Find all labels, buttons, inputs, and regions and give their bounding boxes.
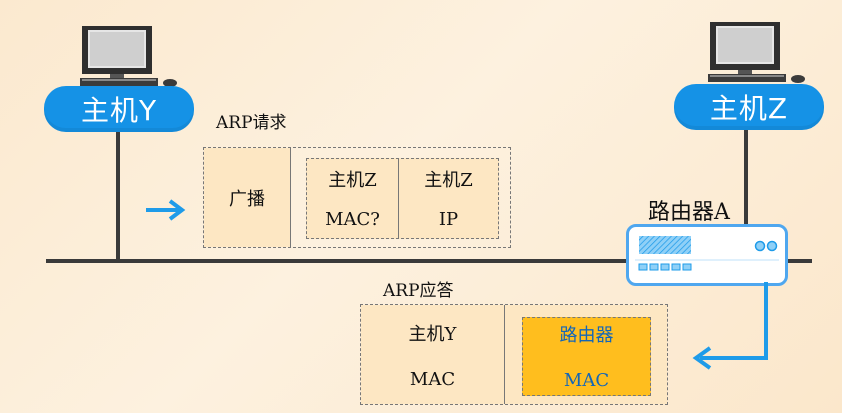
request-field-1: 主机Z MAC? xyxy=(307,159,399,238)
request-field-1-bottom: MAC? xyxy=(325,208,380,230)
reply-field-2-bottom: MAC xyxy=(563,369,610,391)
host-y-computer-icon xyxy=(74,24,184,92)
host-z-label: 主机Z xyxy=(709,92,789,125)
request-field-2-bottom: IP xyxy=(438,208,459,230)
reply-field-1-bottom: MAC xyxy=(409,368,456,390)
request-field-1-top: 主机Z xyxy=(328,170,377,191)
arp-request-title: ARP请求 xyxy=(216,113,287,133)
host-z-computer-icon xyxy=(702,20,812,88)
arp-request-packet: 广播 主机Z MAC? 主机Z IP xyxy=(203,147,511,248)
reply-field-1: 主机Y MAC xyxy=(361,305,505,404)
router-label: 路由器A xyxy=(648,200,730,225)
broadcast-label: 广播 xyxy=(229,188,265,210)
reply-arrow-icon xyxy=(680,280,780,374)
host-z-badge: 主机Z xyxy=(674,84,824,130)
request-arrow-icon xyxy=(144,198,190,226)
host-y-badge: 主机Y xyxy=(44,86,194,132)
reply-field-1-top: 主机Y xyxy=(408,324,457,345)
request-field-2: 主机Z IP xyxy=(399,159,498,238)
host-z-link xyxy=(744,122,748,226)
host-y-label: 主机Y xyxy=(80,94,158,127)
router-mac-highlight: 路由器 MAC xyxy=(522,317,651,396)
request-fields: 主机Z MAC? 主机Z IP xyxy=(306,158,499,239)
request-field-2-top: 主机Z xyxy=(424,170,473,191)
host-y-link xyxy=(116,122,120,261)
reply-field-2-top: 路由器 xyxy=(559,325,614,346)
router-icon xyxy=(626,224,788,286)
broadcast-cell: 广播 xyxy=(204,148,291,247)
arp-reply-packet: 主机Y MAC 路由器 MAC xyxy=(360,304,668,405)
arp-reply-title: ARP应答 xyxy=(383,281,454,301)
